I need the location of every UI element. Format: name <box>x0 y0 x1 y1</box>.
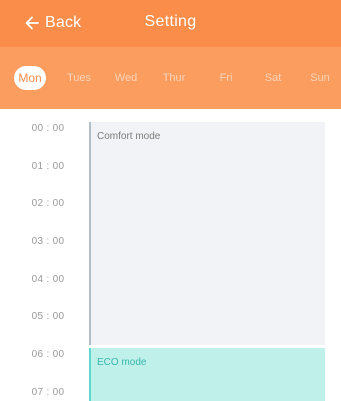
time-label: 07 : 00 <box>31 387 65 398</box>
comfort-mode-block[interactable]: Comfort mode <box>89 122 325 345</box>
schedule-timeline: 00 : 00 01 : 00 02 : 00 03 : 00 04 : 00 … <box>0 109 341 401</box>
eco-mode-block[interactable]: ECO mode <box>89 348 325 401</box>
day-tab-wed[interactable]: Wed <box>110 66 142 90</box>
time-label: 00 : 00 <box>31 123 65 134</box>
day-tab-mon[interactable]: Mon <box>14 66 46 90</box>
page-title: Setting <box>144 13 197 30</box>
header-bar: Back Setting <box>0 0 341 47</box>
time-label: 02 : 00 <box>31 198 65 209</box>
day-selector: Mon Tues Wed Thur Fri Sat Sun <box>0 47 341 109</box>
day-tab-fri[interactable]: Fri <box>210 66 242 90</box>
day-tab-sat[interactable]: Sat <box>257 66 289 90</box>
day-tab-tues[interactable]: Tues <box>63 66 95 90</box>
day-tab-thur[interactable]: Thur <box>158 66 190 90</box>
comfort-mode-label: Comfort mode <box>97 131 161 142</box>
time-label: 06 : 00 <box>31 349 65 360</box>
time-label: 03 : 00 <box>31 236 65 247</box>
day-tab-sun[interactable]: Sun <box>304 66 336 90</box>
time-label: 05 : 00 <box>31 311 65 322</box>
eco-mode-label: ECO mode <box>97 357 147 368</box>
time-label: 01 : 00 <box>31 161 65 172</box>
time-label: 04 : 00 <box>31 274 65 285</box>
